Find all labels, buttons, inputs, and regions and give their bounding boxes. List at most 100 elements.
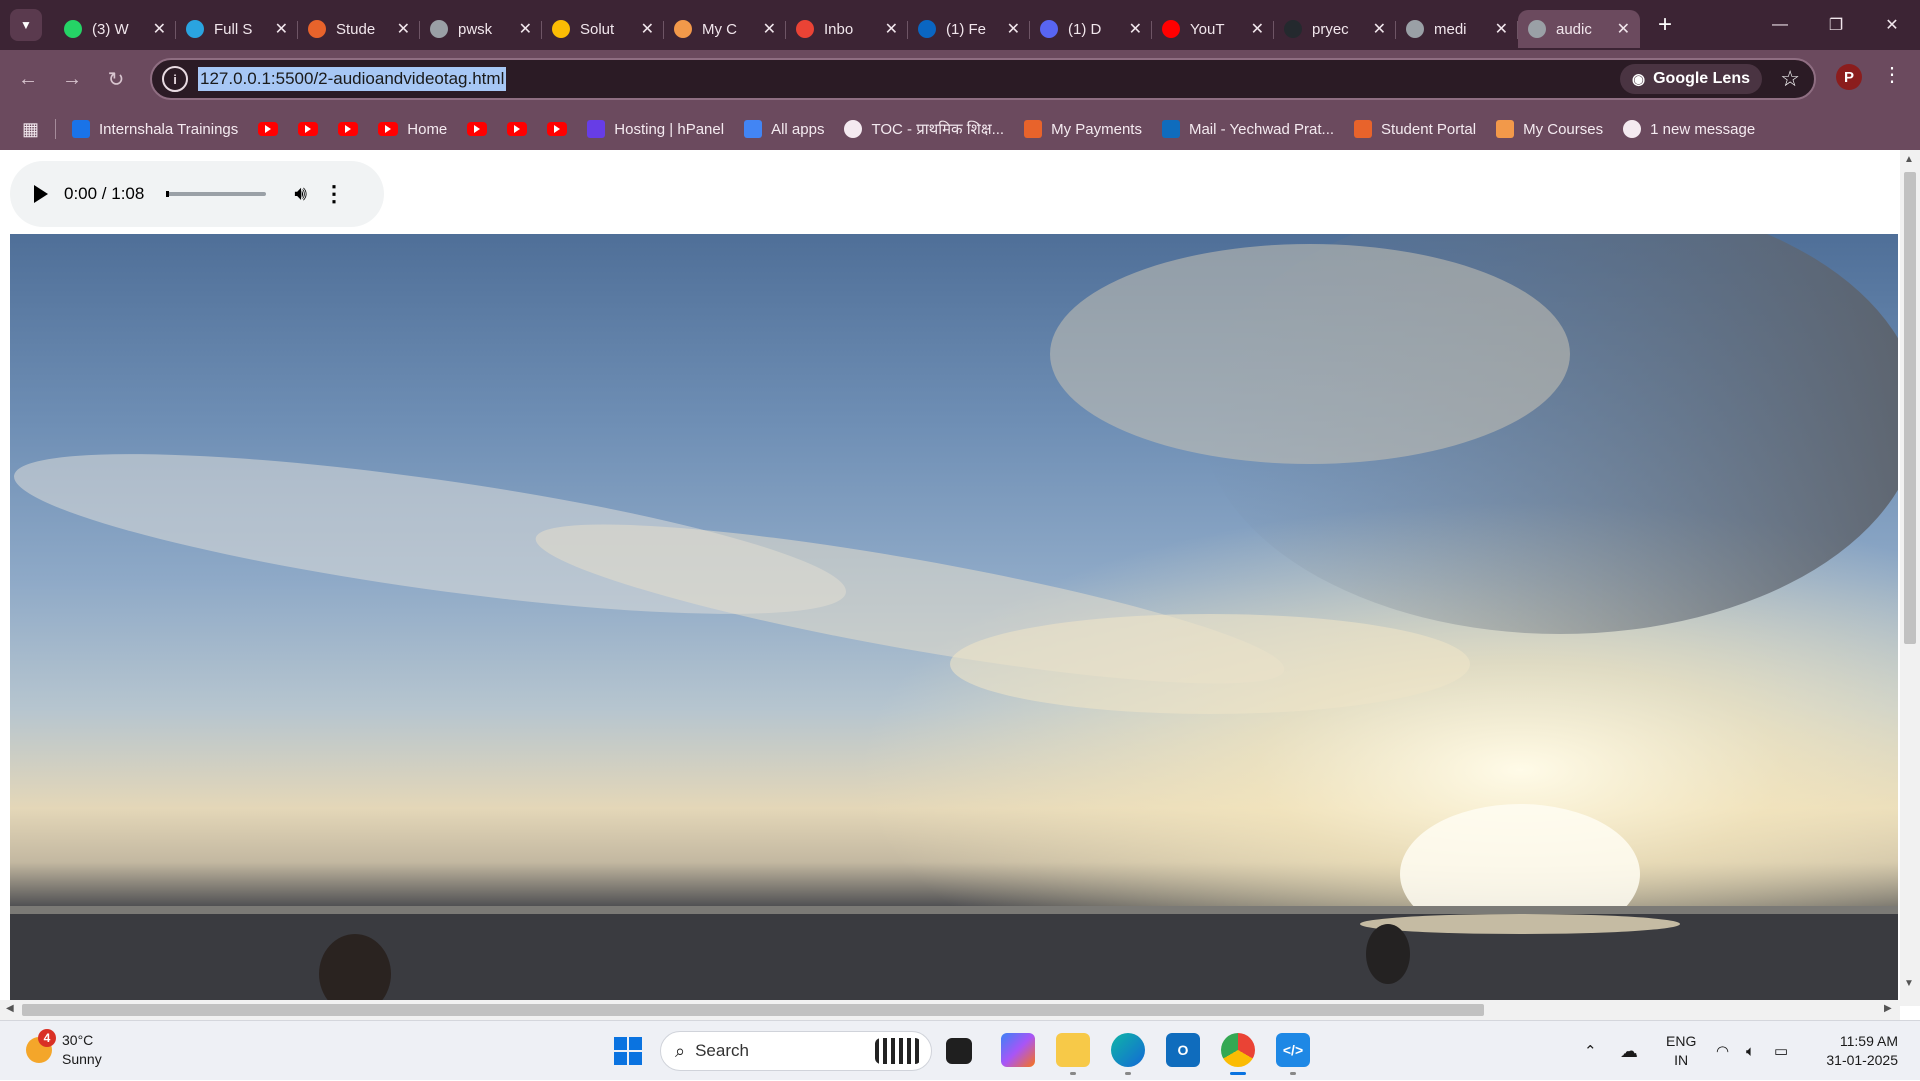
tab-search-button[interactable]: ▼: [10, 9, 42, 41]
tab-close-icon[interactable]: ✕: [1617, 19, 1630, 39]
payments-icon: [1024, 120, 1043, 138]
bookmark-item[interactable]: [467, 122, 488, 136]
horizontal-scroll-thumb[interactable]: [22, 1004, 1484, 1016]
bookmark-item[interactable]: [507, 122, 528, 136]
tab-close-icon[interactable]: ✕: [1129, 19, 1142, 39]
outlook-icon[interactable]: O: [1166, 1033, 1200, 1067]
browser-tab[interactable]: (3) W ✕: [54, 10, 176, 48]
volume-icon[interactable]: 🔊︎: [294, 183, 307, 206]
bookmark-item[interactable]: 1 new message: [1623, 120, 1755, 138]
taskbar-search[interactable]: ⌕ Search: [660, 1031, 932, 1071]
scroll-left-icon[interactable]: ◀: [6, 1003, 14, 1014]
bookmark-item[interactable]: Home: [378, 121, 447, 138]
browser-menu-icon[interactable]: ⋮: [1882, 62, 1902, 87]
tab-close-icon[interactable]: ✕: [1007, 19, 1020, 39]
file-explorer-icon[interactable]: [1056, 1033, 1090, 1075]
apps-grid-icon[interactable]: ▦: [22, 119, 39, 140]
url-text[interactable]: 127.0.0.1:5500/2-audioandvideotag.html: [198, 67, 507, 91]
browser-tab[interactable]: audic ✕: [1518, 10, 1640, 48]
bookmark-item[interactable]: [298, 122, 319, 136]
battery-icon[interactable]: ▭: [1774, 1021, 1788, 1081]
whatsapp-icon: [64, 20, 82, 38]
browser-tab[interactable]: pwsk ✕: [420, 10, 542, 48]
bookmark-item[interactable]: [547, 122, 568, 136]
tab-close-icon[interactable]: ✕: [1251, 19, 1264, 39]
tab-close-icon[interactable]: ✕: [641, 19, 654, 39]
horizontal-scrollbar[interactable]: ◀ ▶: [0, 1000, 1900, 1020]
tab-close-icon[interactable]: ✕: [763, 19, 776, 39]
bookmark-item[interactable]: [338, 122, 359, 136]
bookmark-item[interactable]: TOC - प्राथमिक शिक्ष...: [844, 119, 1004, 139]
youtube-icon: [507, 122, 528, 136]
new-tab-button[interactable]: +: [1658, 11, 1672, 39]
chrome-icon[interactable]: [1221, 1033, 1255, 1075]
tab-close-icon[interactable]: ✕: [1495, 19, 1508, 39]
bookmark-star-icon[interactable]: ☆: [1780, 66, 1800, 92]
language-indicator[interactable]: ENG IN: [1666, 1032, 1696, 1070]
tab-close-icon[interactable]: ✕: [397, 19, 410, 39]
vscode-icon[interactable]: </>: [1276, 1033, 1310, 1075]
onedrive-icon[interactable]: ☁︎: [1620, 1021, 1638, 1081]
back-button[interactable]: ←: [6, 57, 50, 101]
weather-widget[interactable]: 4 30°C Sunny: [26, 1029, 102, 1069]
browser-tab[interactable]: Full S ✕: [176, 10, 298, 48]
weather-desc: Sunny: [62, 1051, 102, 1067]
arrow-right-icon: →: [62, 67, 82, 90]
bookmark-label: Mail - Yechwad Prat...: [1188, 120, 1335, 138]
address-bar[interactable]: i 127.0.0.1:5500/2-audioandvideotag.html…: [150, 58, 1816, 100]
bookmark-label: My Payments: [1051, 120, 1142, 138]
browser-tab[interactable]: YouT ✕: [1152, 10, 1274, 48]
vertical-scrollbar[interactable]: ▲ ▼: [1900, 150, 1920, 1006]
site-info-icon[interactable]: i: [162, 66, 188, 92]
google-lens-button[interactable]: ◉ Google Lens: [1620, 64, 1762, 94]
tab-close-icon[interactable]: ✕: [153, 19, 166, 39]
video-player[interactable]: [10, 234, 1898, 1000]
close-window-button[interactable]: ✕: [1864, 0, 1920, 50]
telegram-icon: [186, 20, 204, 38]
edge-icon[interactable]: [1111, 1033, 1145, 1075]
browser-tab[interactable]: My C ✕: [664, 10, 786, 48]
start-button[interactable]: [614, 1037, 642, 1065]
browser-tab[interactable]: Stude ✕: [298, 10, 420, 48]
weather-temp: 30°C: [62, 1032, 94, 1048]
browser-tab[interactable]: (1) D ✕: [1030, 10, 1152, 48]
tab-close-icon[interactable]: ✕: [1373, 19, 1386, 39]
profile-avatar[interactable]: P: [1836, 64, 1862, 90]
audio-seek-bar[interactable]: [166, 191, 267, 197]
show-hidden-icons[interactable]: ⌃: [1584, 1021, 1597, 1081]
reload-button[interactable]: ↻: [94, 57, 138, 101]
bookmark-item[interactable]: My Courses: [1496, 120, 1603, 138]
browser-tab[interactable]: Solut ✕: [542, 10, 664, 48]
scroll-up-icon[interactable]: ▲: [1904, 154, 1914, 165]
tab-close-icon[interactable]: ✕: [275, 19, 288, 39]
bookmark-item[interactable]: My Payments: [1024, 120, 1142, 138]
tab-close-icon[interactable]: ✕: [885, 19, 898, 39]
vertical-scroll-thumb[interactable]: [1904, 172, 1916, 644]
forward-button[interactable]: →: [50, 57, 94, 101]
bookmark-item[interactable]: Mail - Yechwad Prat...: [1161, 120, 1335, 138]
browser-tab[interactable]: Inbo ✕: [786, 10, 908, 48]
browser-tab[interactable]: (1) Fe ✕: [908, 10, 1030, 48]
bookmark-item[interactable]: [258, 122, 279, 136]
globe-icon: [1406, 20, 1424, 38]
minimize-button[interactable]: —: [1752, 0, 1808, 50]
tab-title: Solut: [580, 20, 615, 38]
tab-close-icon[interactable]: ✕: [519, 19, 532, 39]
wifi-icon[interactable]: ◠: [1716, 1021, 1729, 1081]
bookmark-item[interactable]: All apps: [744, 120, 824, 138]
bookmark-item[interactable]: Hosting | hPanel: [587, 120, 724, 138]
bookmark-item[interactable]: Internshala Trainings: [72, 120, 238, 138]
scroll-down-icon[interactable]: ▼: [1904, 978, 1914, 989]
scroll-right-icon[interactable]: ▶: [1884, 1003, 1892, 1014]
system-clock[interactable]: 11:59 AM 31-01-2025: [1816, 1032, 1898, 1070]
copilot-icon[interactable]: [1001, 1033, 1035, 1067]
browser-tab[interactable]: medi ✕: [1396, 10, 1518, 48]
speaker-icon[interactable]: 🔈︎: [1746, 1021, 1755, 1081]
browser-tab[interactable]: pryec ✕: [1274, 10, 1396, 48]
tab-title: Stude: [336, 20, 376, 38]
more-options-icon[interactable]: ⋮: [323, 181, 345, 207]
task-view-icon[interactable]: [946, 1038, 972, 1064]
bookmark-item[interactable]: Student Portal: [1354, 120, 1476, 138]
play-button[interactable]: [34, 185, 48, 203]
restore-button[interactable]: ❐: [1808, 0, 1864, 50]
